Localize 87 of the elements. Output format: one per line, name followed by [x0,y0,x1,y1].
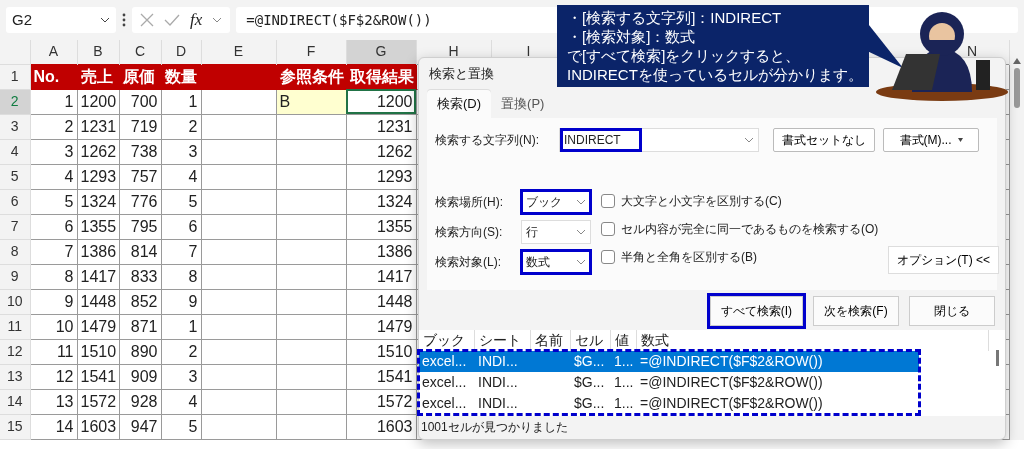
table-cell: 1 [161,89,201,114]
table-cell: 5 [161,414,201,439]
table-cell: 6 [30,214,77,239]
table-cell: 8 [161,264,201,289]
table-cell: 1355 [346,214,416,239]
table-cell: 852 [119,289,161,314]
table-cell: 1231 [346,114,416,139]
header-cell: 取得結果 [346,64,416,89]
table-cell: 757 [119,164,161,189]
table-cell: 1200 [346,89,416,114]
table-cell: 3 [30,139,77,164]
table-cell: 4 [161,164,201,189]
table-cell: 4 [30,164,77,189]
header-cell: 売上 [77,64,119,89]
find-label: 検索する文字列(N): [435,132,540,149]
table-cell: 1355 [77,214,119,239]
table-cell: 14 [30,414,77,439]
table-cell: 1 [30,89,77,114]
table-cell: 10 [30,314,77,339]
table-cell: 1603 [77,414,119,439]
table-cell: 738 [119,139,161,164]
table-cell: 909 [119,364,161,389]
table-cell: 11 [30,339,77,364]
table-cell: 8 [30,264,77,289]
table-cell: 1572 [346,389,416,414]
table-cell: 1324 [77,189,119,214]
table-cell: 6 [161,214,201,239]
table-cell: 3 [161,364,201,389]
table-cell: 1448 [346,289,416,314]
table-cell: 1200 [77,89,119,114]
table-cell: 5 [30,189,77,214]
table-cell: 871 [119,314,161,339]
table-cell: 1448 [77,289,119,314]
option-label: 検索方向(S): [435,224,504,241]
table-cell: 9 [30,289,77,314]
option-label: 検索対象(L): [435,254,502,271]
table-cell: 928 [119,389,161,414]
table-cell: 2 [30,114,77,139]
table-cell: 1262 [346,139,416,164]
table-cell: 1603 [346,414,416,439]
table-cell: 814 [119,239,161,264]
table-cell: 890 [119,339,161,364]
callout-text: で[すべて検索]をクリックすると、 [567,46,802,65]
table-cell: 1417 [77,264,119,289]
table-cell: 1417 [346,264,416,289]
status-text: 1001セルが見つかりました [420,419,569,436]
header-cell: 原価 [119,64,161,89]
table-cell: 1293 [346,164,416,189]
callout-text: ・[検索する文字列]：INDIRECT [567,8,783,27]
table-cell: 833 [119,264,161,289]
header-cell: 数量 [161,64,201,89]
table-cell: 2 [161,339,201,364]
table-cell: 1386 [346,239,416,264]
table-cell: 947 [119,414,161,439]
table-cell: 2 [161,114,201,139]
annotation-highlight: INDIRECT [561,129,641,151]
table-cell: 4 [161,389,201,414]
header-cell: 参照条件 [276,64,346,89]
dialog-title: 検索と置換 [429,65,494,83]
header-cell: No. [30,64,77,89]
table-cell: 1572 [77,389,119,414]
table-cell: 1541 [77,364,119,389]
option-label: 検索場所(H): [435,194,504,211]
callout-text: ・[検索対象]：数式 [567,27,697,46]
table-cell: 7 [161,239,201,264]
table-cell: 1262 [77,139,119,164]
table-cell: 9 [161,289,201,314]
table-cell: 1231 [77,114,119,139]
table-cell: 13 [30,389,77,414]
table-cell: 1541 [346,364,416,389]
table-cell: 719 [119,114,161,139]
table-cell: 5 [161,189,201,214]
table-cell: 700 [119,89,161,114]
callout-text: INDIRECTを使っているセルが分かります。 [567,65,859,84]
table-cell: 1386 [77,239,119,264]
table-cell: 1 [161,314,201,339]
table-cell: 7 [30,239,77,264]
table-cell: 3 [161,139,201,164]
table-cell: 1510 [77,339,119,364]
table-cell: 1293 [77,164,119,189]
table-cell: 1324 [346,189,416,214]
table-cell: 1510 [346,339,416,364]
table-cell: 795 [119,214,161,239]
table-cell: 776 [119,189,161,214]
table-cell: 1479 [346,314,416,339]
table-cell: 12 [30,364,77,389]
table-cell: 1479 [77,314,119,339]
